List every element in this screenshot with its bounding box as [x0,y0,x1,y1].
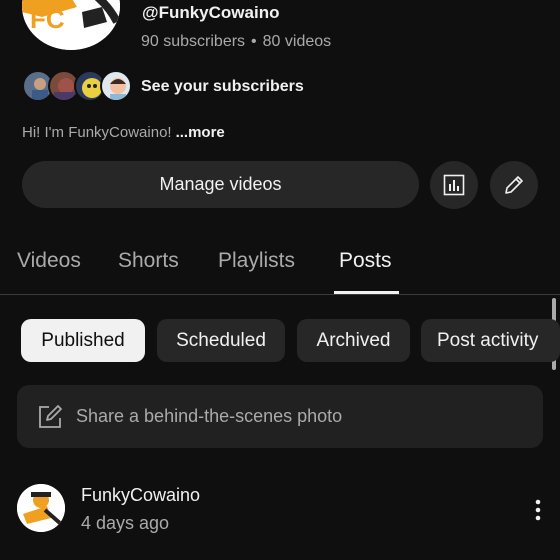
channel-description[interactable]: Hi! I'm FunkyCowaino! ...more [22,124,225,141]
pencil-icon [505,176,523,194]
chip-scheduled[interactable]: Scheduled [157,319,285,362]
post-composer[interactable]: Share a behind-the-scenes photo [17,385,543,448]
analytics-button[interactable] [430,161,478,209]
chip-published[interactable]: Published [21,319,145,362]
stats-separator: • [251,33,257,50]
chip-post-activity[interactable]: Post activity [421,319,560,362]
edit-channel-button[interactable] [490,161,538,209]
edit-post-icon [36,403,64,431]
composer-placeholder: Share a behind-the-scenes photo [76,406,343,426]
tab-shorts[interactable]: Shorts [118,249,179,273]
chip-archived[interactable]: Archived [297,319,410,362]
subscriber-avatars[interactable] [22,70,132,104]
more-vert-icon [535,499,541,521]
video-count: 80 videos [262,33,332,50]
tab-posts[interactable]: Posts [339,249,392,273]
tabs-divider [0,294,560,295]
analytics-icon [443,174,465,196]
subscriber-count: 90 subscribers [141,33,246,50]
description-text: Hi! I'm FunkyCowaino! [22,124,172,141]
post-timestamp: 4 days ago [81,513,170,533]
post-author-avatar[interactable] [17,484,65,532]
channel-handle: @FunkyCowaino [142,3,280,22]
see-subscribers-link[interactable]: See your subscribers [141,78,304,96]
post-more-button[interactable] [526,496,550,524]
channel-avatar[interactable]: FC [22,0,120,50]
avatar-text: FC [30,4,65,34]
manage-videos-button[interactable]: Manage videos [22,161,419,208]
tab-playlists[interactable]: Playlists [218,249,295,273]
subscriber-avatar [100,70,132,102]
post-author-name[interactable]: FunkyCowaino [81,485,200,506]
more-link[interactable]: ...more [176,124,225,141]
tab-videos[interactable]: Videos [17,249,81,273]
channel-stats: 90 subscribers • 80 videos [141,33,331,51]
